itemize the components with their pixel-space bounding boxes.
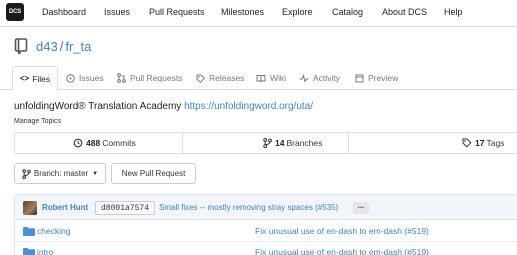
stats-divider (348, 133, 349, 153)
repo-tabs: <> Files Issues Pull Requests Releases W… (0, 66, 517, 91)
commit-author[interactable]: Robert Hunt (42, 203, 88, 212)
tags-count: 17 (475, 138, 485, 148)
commits-label: Commits (102, 138, 136, 148)
file-name-link[interactable]: intro (37, 247, 54, 255)
tab-preview[interactable]: Preview (355, 66, 398, 90)
repo-name-link[interactable]: fr_ta (65, 39, 91, 54)
file-row[interactable]: checking Fix unusual use of en-dash to e… (14, 221, 517, 242)
commit-sha-button[interactable]: d8001a7574 (95, 201, 156, 215)
pulse-icon (299, 73, 309, 83)
branches-count: 14 (275, 138, 285, 148)
branch-icon (263, 138, 272, 148)
code-icon: <> (19, 74, 30, 83)
book-icon (256, 74, 266, 82)
folder-icon (23, 227, 35, 236)
commits-stat[interactable]: 488 Commits (73, 138, 136, 148)
tab-issues-label: Issues (79, 73, 104, 83)
tab-activity[interactable]: Activity (299, 66, 340, 90)
file-commit-message-link[interactable]: Fix unusual use of en-dash to em-dash (#… (255, 226, 429, 236)
tags-stat[interactable]: 17 Tags (462, 138, 504, 148)
repo-description: unfoldingWord® Translation Academy https… (14, 101, 313, 112)
tab-files-label: Files (32, 73, 51, 84)
dcs-logo[interactable]: DCS (6, 3, 24, 21)
nav-catalog[interactable]: Catalog (332, 7, 363, 17)
history-icon (73, 138, 83, 148)
tag-icon (462, 138, 472, 148)
branches-stat[interactable]: 14 Branches (263, 138, 322, 148)
file-name-link[interactable]: checking (37, 226, 71, 236)
description-text: unfoldingWord® Translation Academy (14, 101, 182, 112)
chevron-down-icon: ▼ (92, 170, 99, 177)
tab-files[interactable]: <> Files (12, 66, 58, 91)
nav-help[interactable]: Help (444, 7, 463, 17)
commits-count: 488 (86, 138, 101, 148)
repo-owner-link[interactable]: d43 (36, 39, 58, 54)
repo-separator: / (59, 39, 64, 54)
repo-header: d43 / fr_ta (14, 38, 91, 55)
nav-dashboard[interactable]: Dashboard (42, 7, 86, 17)
branches-label: Branches (286, 138, 323, 148)
tag-icon (196, 74, 205, 83)
tab-wiki-label: Wiki (270, 73, 287, 83)
branch-icon (22, 168, 31, 179)
tab-releases-label: Releases (209, 73, 245, 83)
manage-topics-link[interactable]: Manage Topics (14, 118, 61, 125)
tab-pull-requests-label: Pull Requests (130, 73, 183, 83)
nav-milestones[interactable]: Milestones (221, 7, 264, 17)
new-pull-request-button[interactable]: New Pull Request (111, 163, 196, 184)
stats-divider (182, 133, 183, 153)
nav-pull-requests[interactable]: Pull Requests (149, 7, 205, 17)
tab-preview-label: Preview (368, 73, 399, 83)
pull-request-icon (117, 73, 126, 83)
tab-issues[interactable]: Issues (66, 66, 104, 90)
commit-more-button[interactable]: ... (353, 202, 369, 214)
file-commit-message-link[interactable]: Fix unusual use of en-dash to em-dash (#… (255, 247, 429, 255)
top-navbar: DCS Dashboard Issues Pull Requests Miles… (0, 0, 517, 27)
file-row[interactable]: intro Fix unusual use of en-dash to em-d… (14, 242, 517, 255)
commit-message-link[interactable]: Small fixes -- mostly removing stray spa… (159, 203, 338, 212)
folder-icon (23, 248, 35, 255)
tab-pull-requests[interactable]: Pull Requests (117, 66, 182, 90)
nav-issues[interactable]: Issues (104, 7, 130, 17)
tab-releases[interactable]: Releases (196, 66, 244, 90)
repo-icon (14, 38, 28, 55)
branch-selector-button[interactable]: Branch: master ▼ (14, 163, 106, 184)
repo-stats-bar: 488 Commits 14 Branches 17 Tags (14, 132, 517, 154)
latest-commit-bar: Robert Hunt d8001a7574 Small fixes -- mo… (14, 194, 517, 220)
tags-label: Tags (486, 138, 505, 148)
tab-wiki[interactable]: Wiki (256, 66, 286, 90)
avatar[interactable] (23, 201, 37, 215)
nav-about-dcs[interactable]: About DCS (382, 7, 427, 17)
tab-activity-label: Activity (313, 73, 340, 83)
description-link[interactable]: https://unfoldingword.org/uta/ (184, 101, 313, 112)
nav-explore[interactable]: Explore (282, 7, 313, 17)
branch-selector-label: Branch: master (33, 169, 89, 178)
issue-icon (66, 73, 75, 83)
preview-icon (355, 74, 364, 82)
